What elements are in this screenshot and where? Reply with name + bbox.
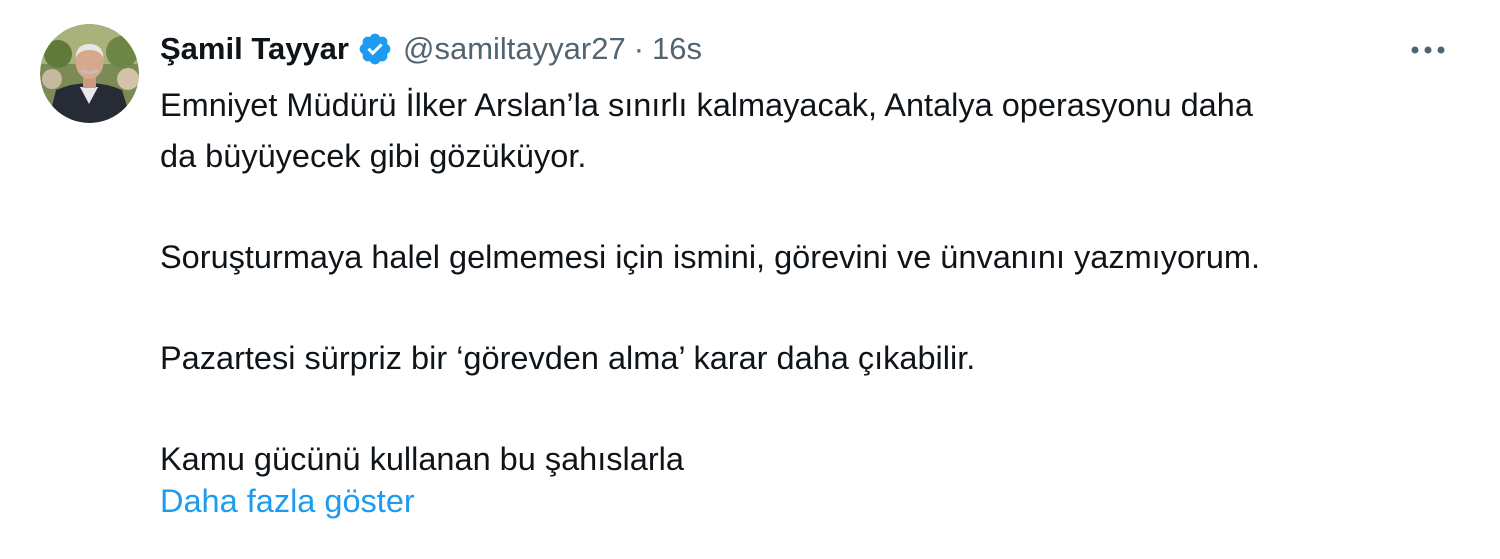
show-more-link[interactable]: Daha fazla göster [160,476,415,526]
tweet-line: Emniyet Müdürü İlker Arslan’la sınırlı k… [160,87,1253,123]
author-handle[interactable]: @samiltayyar27 [403,31,626,67]
tweet-timestamp[interactable]: 16s [652,31,702,67]
more-options-button[interactable] [1404,30,1452,70]
header-separator: · [633,31,645,66]
verified-badge-icon [359,33,391,65]
tweet-card[interactable]: Şamil Tayyar @samiltayyar27 · 16s Emniye… [0,0,1500,559]
tweet-line: Pazartesi sürpriz bir ‘görevden alma’ ka… [160,339,976,376]
tweet-line: Soruşturmaya halel gelmemesi için ismini… [160,238,1261,275]
more-horizontal-icon [1411,46,1445,54]
tweet-header: Şamil Tayyar @samiltayyar27 · 16s [160,27,702,71]
tweet-text: Emniyet Müdürü İlker Arslan’la sınırlı k… [160,80,1470,484]
author-avatar[interactable] [40,24,139,123]
author-display-name[interactable]: Şamil Tayyar [160,31,349,67]
tweet-line: da büyüyecek gibi gözüküyor. [160,137,587,174]
